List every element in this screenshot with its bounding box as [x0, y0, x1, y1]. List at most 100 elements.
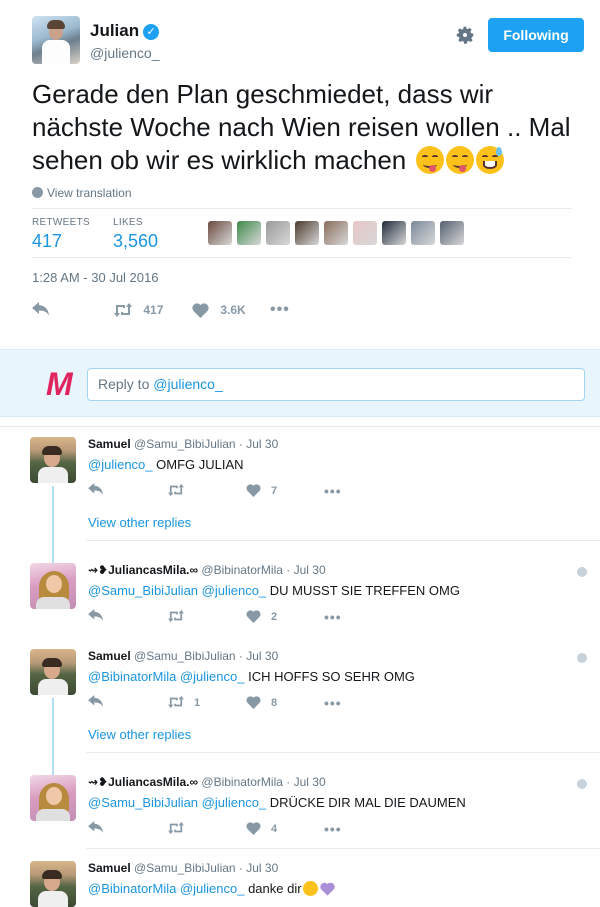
- like-button[interactable]: 4: [246, 821, 277, 837]
- globe-icon: [577, 653, 587, 663]
- reply-header: Samuel @Samu_BibiJulian · Jul 30: [88, 649, 278, 663]
- author-handle[interactable]: @julienco_: [90, 45, 159, 61]
- gear-icon[interactable]: [454, 24, 476, 46]
- reply-author-avatar[interactable]: [30, 437, 76, 483]
- reply-date[interactable]: · Jul 30: [236, 437, 278, 451]
- reply-author-handle[interactable]: @Samu_BibiJulian: [131, 861, 236, 875]
- reply-date[interactable]: · Jul 30: [283, 775, 325, 789]
- reply-text: @BibinatorMila @julienco_ danke dir: [88, 881, 335, 896]
- reply-icon: [88, 695, 103, 707]
- reply-author-name[interactable]: ⇝❥JuliancasMila.∞: [88, 775, 198, 789]
- verified-badge-icon: ✓: [143, 24, 160, 40]
- retweet-button[interactable]: [166, 483, 194, 499]
- tweet-timestamp[interactable]: 1:28 AM - 30 Jul 2016: [32, 270, 158, 285]
- retweet-button[interactable]: 1: [166, 695, 200, 711]
- view-other-replies-link[interactable]: View other replies: [88, 515, 191, 530]
- like-button[interactable]: 3.6K: [192, 300, 246, 320]
- reply-button[interactable]: [88, 483, 104, 499]
- reply-author-handle[interactable]: @Samu_BibiJulian: [131, 649, 236, 663]
- reply-author-handle[interactable]: @Samu_BibiJulian: [131, 437, 236, 451]
- reply-button[interactable]: [32, 300, 50, 320]
- liker-avatar[interactable]: [266, 221, 290, 245]
- retweet-icon: [114, 303, 132, 317]
- retweet-icon: [168, 483, 184, 497]
- like-button[interactable]: 2: [246, 609, 277, 625]
- user-avatar[interactable]: M: [46, 368, 78, 400]
- retweet-button[interactable]: [166, 609, 194, 625]
- reply-mentions[interactable]: @Samu_BibiJulian @julienco_: [88, 583, 266, 598]
- reply-author-name[interactable]: ⇝❥JuliancasMila.∞: [88, 563, 198, 577]
- more-options-icon[interactable]: •••: [324, 695, 342, 711]
- author-name[interactable]: Julian ✓: [90, 21, 160, 41]
- more-options-icon[interactable]: •••: [270, 300, 290, 320]
- reply-author-name[interactable]: Samuel: [88, 437, 131, 451]
- reply-author-name[interactable]: Samuel: [88, 861, 131, 875]
- reply-header: ⇝❥JuliancasMila.∞ @BibinatorMila · Jul 3…: [88, 563, 326, 577]
- tweet-text: Gerade den Plan geschmiedet, dass wir nä…: [32, 79, 571, 175]
- reply-icon: [32, 302, 49, 316]
- reply-button[interactable]: [88, 821, 104, 837]
- liker-avatar[interactable]: [324, 221, 348, 245]
- reply-author-avatar[interactable]: [30, 775, 76, 821]
- more-options-icon[interactable]: •••: [324, 483, 342, 499]
- purple-heart-emoji-icon: [319, 882, 335, 896]
- reply-author-handle[interactable]: @BibinatorMila: [198, 775, 283, 789]
- reply-divider: [86, 752, 600, 753]
- face-savoring-food-emoji-icon: [415, 146, 444, 174]
- reply-author-avatar[interactable]: [30, 861, 76, 907]
- tweet-header: Julian ✓ @julienco_ Following: [32, 16, 584, 66]
- more-options-icon[interactable]: •••: [324, 609, 342, 625]
- retweets-count[interactable]: 417: [32, 231, 62, 252]
- following-button[interactable]: Following: [488, 18, 584, 52]
- reply-author-name[interactable]: Samuel: [88, 649, 131, 663]
- reply-mentions[interactable]: @BibinatorMila @julienco_: [88, 881, 244, 896]
- like-button[interactable]: 7: [246, 483, 277, 499]
- author-avatar[interactable]: [32, 16, 80, 64]
- likes-label: LIKES: [113, 217, 143, 228]
- like-count: 8: [271, 697, 278, 709]
- retweet-button[interactable]: 417: [112, 300, 163, 320]
- reply-body: danke dir: [244, 881, 302, 896]
- reply-actions: 1 8 •••: [88, 695, 388, 715]
- reply-body: DU MUSST SIE TREFFEN OMG: [266, 583, 460, 598]
- reply-mentions[interactable]: @Samu_BibiJulian @julienco_: [88, 795, 266, 810]
- reply-mentions[interactable]: @BibinatorMila @julienco_: [88, 669, 244, 684]
- tweet-actions: 417 3.6K •••: [32, 300, 432, 322]
- reply-text: @BibinatorMila @julienco_ ICH HOFFS SO S…: [88, 669, 415, 684]
- reply-divider: [86, 848, 600, 849]
- reply-text: @Samu_BibiJulian @julienco_ DRÜCKE DIR M…: [88, 795, 466, 810]
- reply-compose-bar: M Reply to @julienco_: [0, 349, 600, 417]
- reply-body: OMFG JULIAN: [152, 457, 244, 472]
- reply-author-avatar[interactable]: [30, 649, 76, 695]
- reply-button[interactable]: [88, 695, 104, 711]
- reply-author-handle[interactable]: @BibinatorMila: [198, 563, 283, 577]
- reply-body: ICH HOFFS SO SEHR OMG: [244, 669, 415, 684]
- heart-icon: [246, 484, 261, 497]
- liker-avatar[interactable]: [382, 221, 406, 245]
- reply-body: DRÜCKE DIR MAL DIE DAUMEN: [266, 795, 466, 810]
- reply-actions: 2 •••: [88, 609, 388, 629]
- liker-avatar[interactable]: [237, 221, 261, 245]
- reply-icon: [88, 609, 103, 621]
- reply-header: Samuel @Samu_BibiJulian · Jul 30: [88, 861, 278, 875]
- reply-date[interactable]: · Jul 30: [236, 861, 278, 875]
- retweet-button[interactable]: [166, 821, 194, 837]
- reply-mentions[interactable]: @julienco_: [88, 457, 153, 472]
- liker-avatar[interactable]: [353, 221, 377, 245]
- like-count: 2: [271, 611, 278, 623]
- reply-input[interactable]: Reply to @julienco_: [87, 368, 585, 401]
- like-button[interactable]: 8: [246, 695, 277, 711]
- liker-avatar[interactable]: [208, 221, 232, 245]
- liker-avatar[interactable]: [411, 221, 435, 245]
- likes-count[interactable]: 3,560: [113, 231, 158, 252]
- liker-avatar[interactable]: [295, 221, 319, 245]
- liker-avatar[interactable]: [440, 221, 464, 245]
- view-translation-link[interactable]: View translation: [32, 186, 132, 200]
- reply-date[interactable]: · Jul 30: [236, 649, 278, 663]
- likers-avatar-list: [208, 221, 464, 245]
- view-other-replies-link[interactable]: View other replies: [88, 727, 191, 742]
- reply-date[interactable]: · Jul 30: [283, 563, 325, 577]
- reply-button[interactable]: [88, 609, 104, 625]
- more-options-icon[interactable]: •••: [324, 821, 342, 837]
- reply-author-avatar[interactable]: [30, 563, 76, 609]
